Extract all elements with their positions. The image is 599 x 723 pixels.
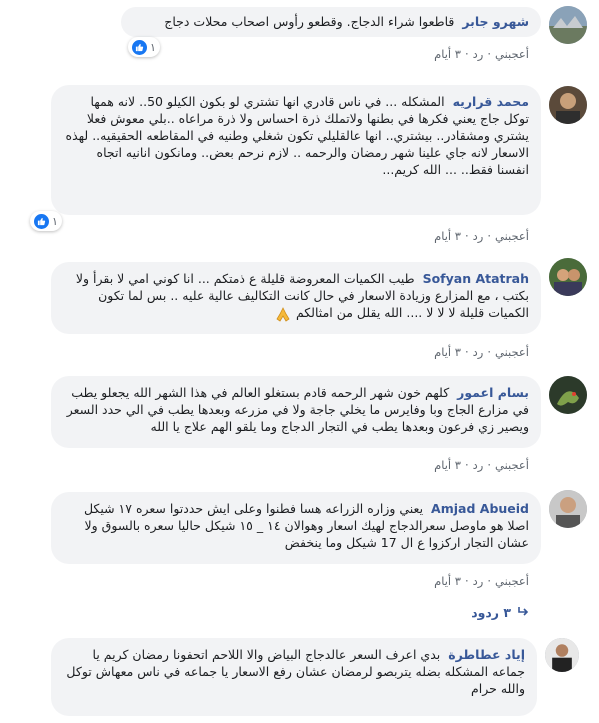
timestamp[interactable]: ٣ أيام <box>434 574 461 588</box>
like-link[interactable]: أعجبني <box>495 458 529 472</box>
comment-bubble: محمد قراريه المشكله ... في ناس قادري انه… <box>51 85 541 215</box>
timestamp[interactable]: ٣ أيام <box>434 47 461 61</box>
comment-author[interactable]: محمد قراريه <box>453 94 529 109</box>
reply-link[interactable]: رد <box>473 47 484 61</box>
timestamp[interactable]: ٣ أيام <box>434 229 461 243</box>
like-link[interactable]: أعجبني <box>495 229 529 243</box>
replies-count: ٣ ردود <box>471 605 511 620</box>
comment-actions: أعجبني·رد·٣ أيام <box>434 229 529 243</box>
reply-link[interactable]: رد <box>473 574 484 588</box>
avatar[interactable] <box>549 6 587 44</box>
comment-bubble: Sofyan Atatrah طيب الكميات المعروضة قليل… <box>51 262 541 334</box>
reply-link[interactable]: رد <box>473 229 484 243</box>
avatar[interactable] <box>549 490 587 528</box>
like-link[interactable]: أعجبني <box>495 47 529 61</box>
comment-bubble: إياد عطاطرة بدي اعرف السعر عالدجاج البيا… <box>51 638 537 716</box>
avatar[interactable] <box>545 638 579 672</box>
timestamp[interactable]: ٣ أيام <box>434 345 461 359</box>
avatar[interactable] <box>549 86 587 124</box>
comment-actions: أعجبني·رد·٣ أيام <box>434 47 529 61</box>
comment-author[interactable]: Sofyan Atatrah <box>423 271 529 286</box>
reaction-badge[interactable]: ١ <box>30 211 62 231</box>
timestamp[interactable]: ٣ أيام <box>434 458 461 472</box>
comment-author[interactable]: بسام اعمور <box>457 385 529 400</box>
reply-arrow-icon <box>517 604 531 621</box>
comment-actions: أعجبني·رد·٣ أيام <box>434 574 529 588</box>
comment-text: قاطعوا شراء الدجاج. وقطعو رأوس اصحاب محل… <box>164 14 455 29</box>
comment-bubble: Amjad Abueid يعني وزاره الزراعه هسا فطنو… <box>51 492 541 564</box>
like-link[interactable]: أعجبني <box>495 574 529 588</box>
comment-author[interactable]: إياد عطاطرة <box>448 647 525 662</box>
comment-bubble: بسام اعمور كلهم خون شهر الرحمه قادم بستغ… <box>51 376 541 448</box>
comment-actions: أعجبني·رد·٣ أيام <box>434 345 529 359</box>
praying-hands-icon <box>274 306 292 322</box>
comment-bubble: شهرو جابر قاطعوا شراء الدجاج. وقطعو رأوس… <box>121 7 541 37</box>
comment-actions: أعجبني·رد·٣ أيام <box>434 458 529 472</box>
avatar[interactable] <box>549 258 587 296</box>
view-replies-link[interactable]: ٣ ردود <box>471 604 531 621</box>
like-icon <box>132 39 147 55</box>
comment-author[interactable]: Amjad Abueid <box>431 501 529 516</box>
reaction-badge[interactable]: ١ <box>128 37 160 57</box>
avatar[interactable] <box>549 376 587 414</box>
reply-link[interactable]: رد <box>473 345 484 359</box>
reply-link[interactable]: رد <box>473 458 484 472</box>
like-link[interactable]: أعجبني <box>495 345 529 359</box>
like-icon <box>34 213 49 229</box>
reaction-count: ١ <box>52 214 58 228</box>
comment-author[interactable]: شهرو جابر <box>462 14 529 29</box>
reaction-count: ١ <box>150 40 156 54</box>
